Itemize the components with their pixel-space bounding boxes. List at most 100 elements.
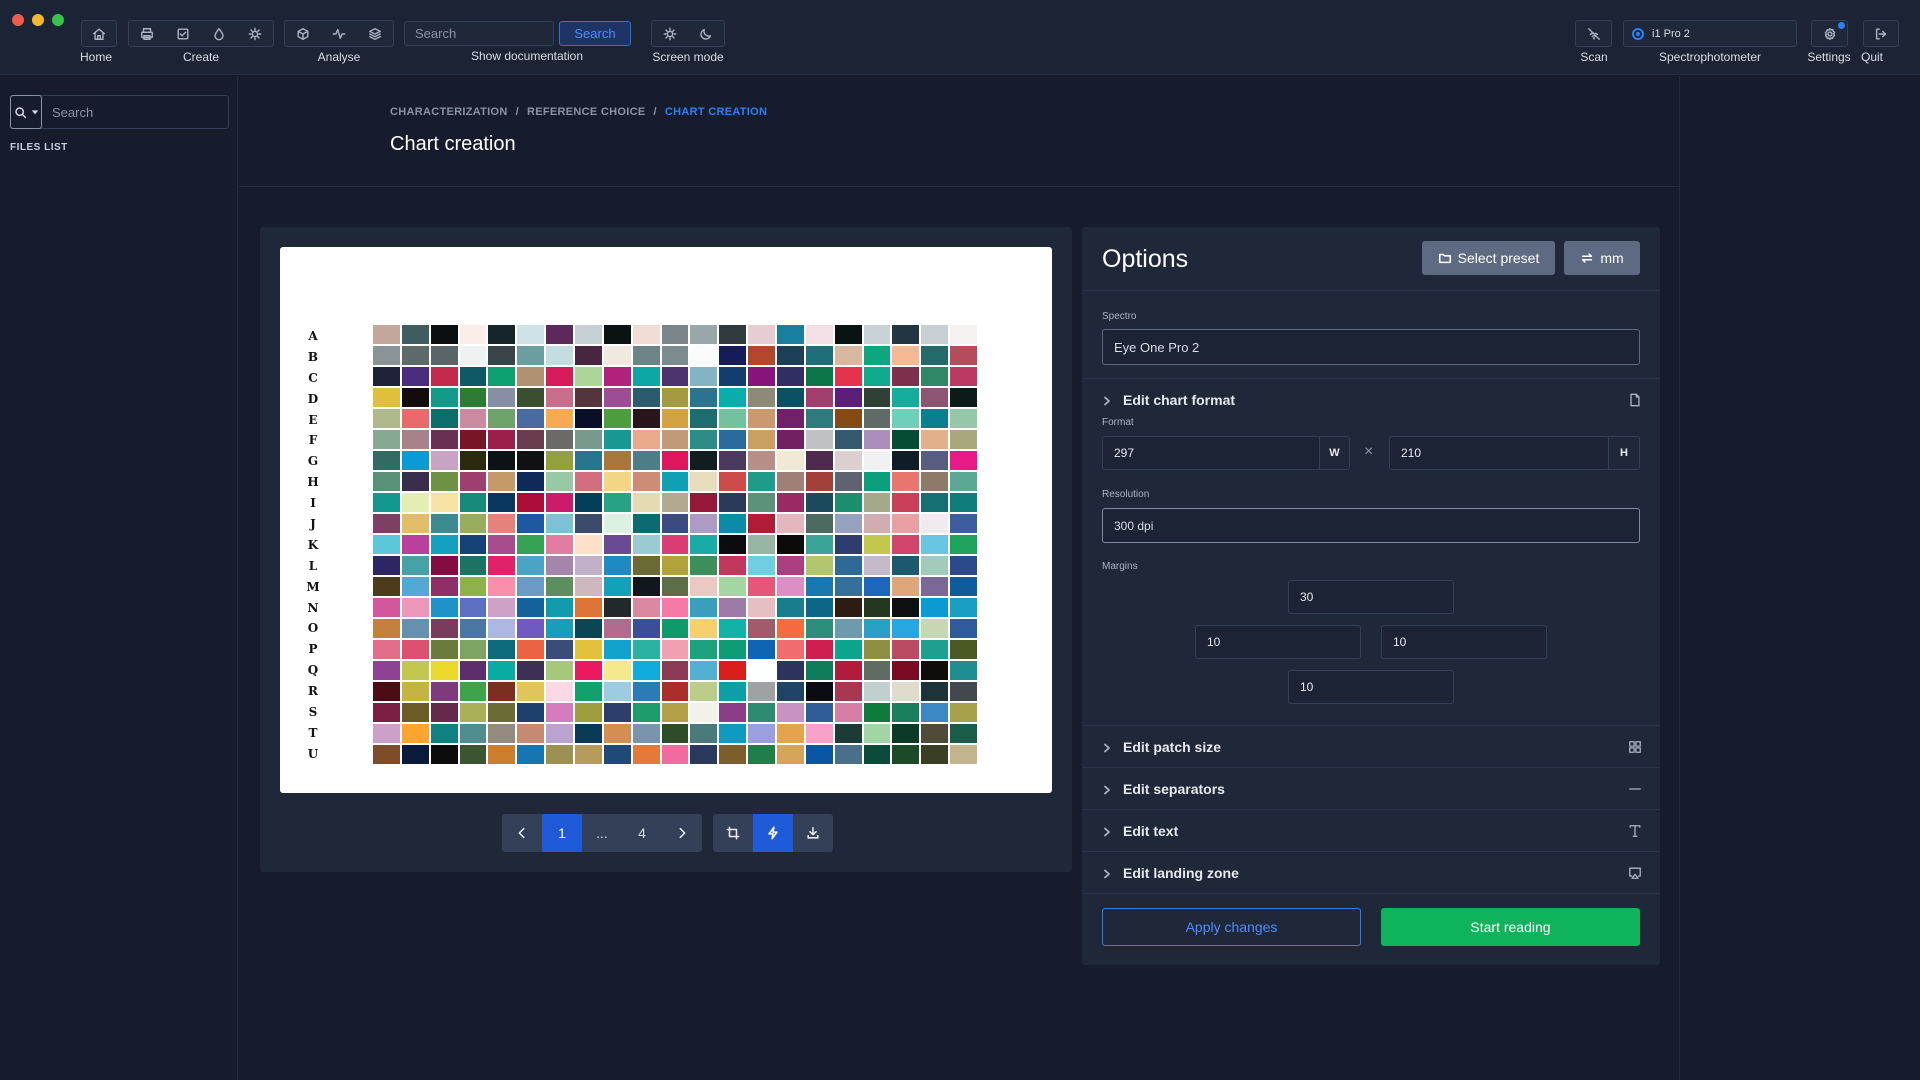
crop-button[interactable] <box>713 814 753 852</box>
edit-text-section[interactable]: Edit text <box>1082 809 1660 851</box>
color-patch <box>892 556 920 575</box>
auto-generate-button[interactable] <box>753 814 793 852</box>
select-preset-button[interactable]: Select preset <box>1422 241 1555 275</box>
color-patch <box>373 640 400 659</box>
dark-mode-button[interactable] <box>688 21 724 46</box>
spectro-field[interactable]: Eye One Pro 2 <box>1102 329 1640 365</box>
create-check-button[interactable] <box>165 21 201 46</box>
margin-top-input[interactable]: 30 <box>1288 580 1454 614</box>
layers-icon <box>369 27 381 40</box>
color-patch <box>459 451 487 470</box>
color-patch <box>834 598 862 617</box>
format-height-input[interactable]: 210 <box>1389 436 1609 470</box>
edit-chart-format-section[interactable]: Edit chart format <box>1082 378 1660 420</box>
color-patch <box>921 640 949 659</box>
color-patch <box>401 514 429 533</box>
start-reading-button[interactable]: Start reading <box>1381 908 1640 946</box>
color-patch <box>430 682 458 701</box>
analyse-layers-button[interactable] <box>357 21 393 46</box>
color-patch <box>459 598 487 617</box>
color-patch <box>632 598 660 617</box>
color-patch <box>632 535 660 554</box>
color-patch <box>805 325 833 344</box>
color-patch <box>863 409 891 428</box>
color-patch <box>488 430 516 449</box>
color-patch <box>401 577 429 596</box>
window-maximize-button[interactable] <box>52 14 64 26</box>
files-search-input[interactable] <box>42 96 228 128</box>
color-patch <box>575 556 602 575</box>
margin-left-input[interactable]: 10 <box>1195 625 1361 659</box>
previous-page-button[interactable] <box>502 814 542 852</box>
breadcrumb-characterization[interactable]: CHARACTERIZATION <box>390 106 508 118</box>
light-mode-button[interactable] <box>652 21 688 46</box>
color-patch <box>401 493 429 512</box>
edit-separators-section[interactable]: Edit separators <box>1082 767 1660 809</box>
unit-toggle-button[interactable]: mm <box>1564 241 1640 275</box>
scan-button[interactable] <box>1576 21 1611 46</box>
color-patch <box>459 745 487 764</box>
color-patch <box>459 367 487 386</box>
window-minimize-button[interactable] <box>32 14 44 26</box>
quit-button[interactable] <box>1864 21 1898 46</box>
color-patch <box>921 472 949 491</box>
color-patch <box>777 535 804 554</box>
color-patch <box>921 451 949 470</box>
color-patch <box>373 346 400 365</box>
color-patch <box>690 577 718 596</box>
next-page-button[interactable] <box>662 814 702 852</box>
resolution-input[interactable]: 300 dpi <box>1102 508 1640 543</box>
analyse-gamut-button[interactable] <box>285 21 321 46</box>
color-patch <box>459 724 487 743</box>
color-patch <box>950 724 977 743</box>
window-close-button[interactable] <box>12 14 24 26</box>
color-patch <box>488 493 516 512</box>
color-patch <box>834 367 862 386</box>
documentation-search-input[interactable] <box>404 21 554 46</box>
color-patch <box>517 745 545 764</box>
documentation-search-button[interactable]: Search <box>559 21 631 46</box>
margin-right-input[interactable]: 10 <box>1381 625 1547 659</box>
edit-patch-size-section[interactable]: Edit patch size <box>1082 725 1660 767</box>
home-button[interactable] <box>82 21 116 46</box>
color-patch <box>517 388 545 407</box>
search-filter-button[interactable] <box>10 95 42 129</box>
edit-landing-zone-section[interactable]: Edit landing zone <box>1082 851 1660 893</box>
color-patch <box>401 409 429 428</box>
color-patch <box>430 745 458 764</box>
margin-bottom-input[interactable]: 10 <box>1288 670 1454 704</box>
patch-grid <box>373 325 977 764</box>
color-patch <box>950 577 977 596</box>
color-patch <box>517 619 545 638</box>
page-1-button[interactable]: 1 <box>542 814 582 852</box>
color-patch <box>950 703 977 722</box>
screen-mode-label: Screen mode <box>652 50 724 64</box>
breadcrumb-reference-choice[interactable]: REFERENCE CHOICE <box>527 106 645 118</box>
analyse-curve-button[interactable] <box>321 21 357 46</box>
format-width-input[interactable]: 297 <box>1102 436 1320 470</box>
color-patch <box>777 640 804 659</box>
color-patch <box>950 346 977 365</box>
spectrophotometer-select[interactable]: i1 Pro 2 <box>1623 20 1797 47</box>
height-unit-addon: H <box>1608 436 1640 470</box>
color-patch <box>921 325 949 344</box>
color-patch <box>661 430 689 449</box>
create-print-button[interactable] <box>129 21 165 46</box>
color-patch <box>488 346 516 365</box>
home-label: Home <box>79 50 113 64</box>
apply-changes-button[interactable]: Apply changes <box>1102 908 1361 946</box>
color-patch <box>430 346 458 365</box>
create-light-button[interactable] <box>237 21 273 46</box>
color-patch <box>373 556 400 575</box>
page-4-button[interactable]: 4 <box>622 814 662 852</box>
color-patch <box>373 514 400 533</box>
color-patch <box>690 661 718 680</box>
download-button[interactable] <box>793 814 833 852</box>
color-patch <box>777 346 804 365</box>
create-ink-button[interactable] <box>201 21 237 46</box>
row-labels: ABCDEFGHIJKLMNOPQRSTU <box>305 326 321 765</box>
color-patch <box>690 682 718 701</box>
color-patch <box>805 472 833 491</box>
color-patch <box>777 493 804 512</box>
color-patch <box>805 598 833 617</box>
